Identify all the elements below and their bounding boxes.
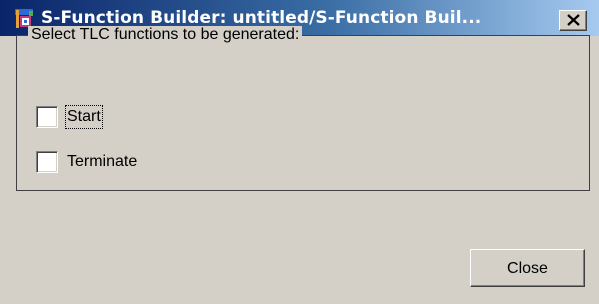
dialog-window: S-Function Builder: untitled/S-Function … (0, 0, 599, 304)
checkbox-box[interactable] (36, 106, 58, 128)
checkbox-label[interactable]: Terminate (67, 152, 137, 172)
checkbox-box[interactable] (36, 151, 58, 173)
close-window-button[interactable] (559, 10, 587, 31)
window-frame (0, 36, 4, 304)
close-button[interactable]: Close (470, 249, 585, 287)
group-legend: Select TLC functions to be generated: (28, 26, 303, 44)
checkbox-label[interactable]: Start (65, 105, 103, 129)
